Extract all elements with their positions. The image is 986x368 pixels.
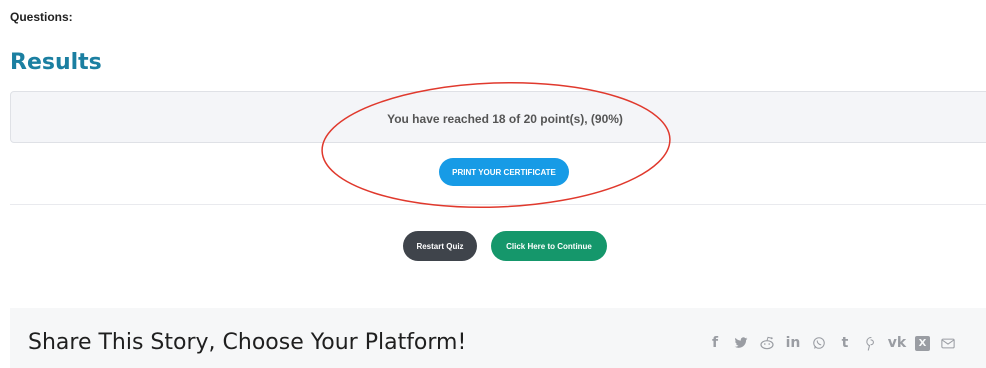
score-panel: You have reached 18 of 20 point(s), (90%…	[10, 91, 986, 143]
questions-label: Questions:	[10, 10, 73, 24]
email-icon[interactable]	[935, 334, 961, 352]
share-icons: f in t vk X	[702, 334, 961, 352]
share-title: Share This Story, Choose Your Platform!	[28, 330, 467, 355]
score-text: You have reached 18 of 20 point(s), (90%…	[387, 112, 623, 126]
twitter-icon[interactable]	[728, 334, 754, 352]
divider	[10, 204, 986, 205]
xing-icon[interactable]: X	[915, 335, 930, 351]
results-title: Results	[10, 50, 102, 75]
pinterest-icon[interactable]	[858, 334, 884, 352]
share-bar: Share This Story, Choose Your Platform! …	[10, 308, 986, 368]
tumblr-icon[interactable]: t	[832, 334, 858, 352]
facebook-icon[interactable]: f	[702, 334, 728, 352]
linkedin-icon[interactable]: in	[780, 334, 806, 352]
vk-icon[interactable]: vk	[884, 334, 910, 352]
continue-button[interactable]: Click Here to Continue	[491, 231, 607, 261]
print-certificate-button[interactable]: PRINT YOUR CERTIFICATE	[439, 158, 569, 186]
restart-quiz-button[interactable]: Restart Quiz	[403, 231, 477, 261]
reddit-icon[interactable]	[754, 334, 780, 352]
whatsapp-icon[interactable]	[806, 334, 832, 352]
